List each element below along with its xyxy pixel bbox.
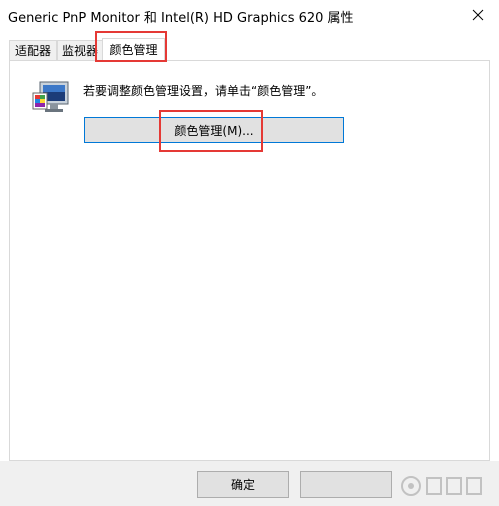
properties-dialog: Generic PnP Monitor 和 Intel(R) HD Graphi… [0,0,499,506]
tab-adapter[interactable]: 适配器 [9,40,57,60]
instruction-text: 若要调整颜色管理设置，请单击“颜色管理”。 [83,84,324,98]
watermark-logo-icon [401,476,482,496]
tab-monitor[interactable]: 监视器 [57,40,103,60]
tab-color-management[interactable]: 颜色管理 [102,38,165,62]
cancel-button[interactable] [300,471,392,498]
title-bar: Generic PnP Monitor 和 Intel(R) HD Graphi… [0,0,499,32]
close-button[interactable] [457,0,499,30]
color-management-button[interactable]: 颜色管理(M)... [84,117,344,143]
monitor-color-icon [32,81,69,112]
close-icon [472,9,484,21]
window-title: Generic PnP Monitor 和 Intel(R) HD Graphi… [8,11,354,26]
tab-panel-color-management: 若要调整颜色管理设置，请单击“颜色管理”。 颜色管理(M)... [9,60,490,461]
ok-button[interactable]: 确定 [197,471,289,498]
